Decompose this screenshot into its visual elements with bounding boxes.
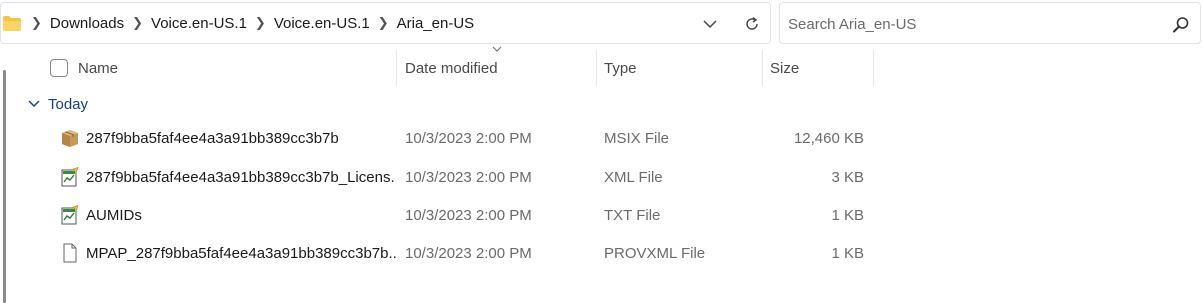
file-name: AUMIDs: [86, 206, 142, 224]
breadcrumb-item-aria[interactable]: Aria_en-US: [397, 15, 475, 32]
file-size: 3 KB: [831, 168, 864, 186]
search-input[interactable]: [788, 12, 1158, 36]
column-header-name[interactable]: Name: [78, 50, 118, 86]
file-date-modified: 10/3/2023 2:00 PM: [405, 244, 532, 262]
refresh-icon: [746, 16, 758, 30]
file-size: 1 KB: [831, 206, 864, 224]
file-row[interactable]: 287f9bba5faf4ee4a3a91bb389cc3b7b_Licens.…: [26, 158, 874, 196]
column-divider[interactable]: [396, 50, 397, 86]
file-type: PROVXML File: [604, 244, 706, 262]
column-header-date-modified[interactable]: Date modified: [405, 50, 498, 86]
scrollbar[interactable]: [3, 70, 6, 303]
address-bar[interactable]: ❯ Downloads ❯ Voice.en-US.1 ❯ Voice.en-U…: [0, 2, 771, 44]
search-icon[interactable]: [1172, 16, 1190, 34]
breadcrumb-item-voice-1[interactable]: Voice.en-US.1: [151, 15, 247, 32]
search-box: [779, 2, 1201, 44]
file-row[interactable]: AUMIDs 10/3/2023 2:00 PM TXT File 1 KB: [26, 196, 874, 234]
file-name: MPAP_287f9bba5faf4ee4a3a91bb389cc3b7b...: [86, 244, 396, 262]
file-name: 287f9bba5faf4ee4a3a91bb389cc3b7b_Licens.…: [86, 168, 396, 186]
chevron-right-icon[interactable]: ❯: [378, 15, 389, 31]
file-explorer: ❯ Downloads ❯ Voice.en-US.1 ❯ Voice.en-U…: [0, 0, 1203, 303]
column-divider[interactable]: [596, 50, 597, 86]
file-name: 287f9bba5faf4ee4a3a91bb389cc3b7b: [86, 129, 339, 147]
breadcrumb: ❯ Downloads ❯ Voice.en-US.1 ❯ Voice.en-U…: [27, 3, 474, 43]
column-header-type[interactable]: Type: [604, 50, 637, 86]
text-file-icon: [61, 205, 79, 225]
file-date-modified: 10/3/2023 2:00 PM: [405, 206, 532, 224]
file-size: 1 KB: [831, 244, 864, 262]
column-header-row: Name Date modified Type Size: [26, 46, 874, 86]
chevron-down-icon: [703, 19, 717, 28]
package-icon: [62, 130, 78, 147]
group-header-today[interactable]: Today: [28, 93, 88, 115]
folder-icon: [3, 16, 21, 31]
blank-file-icon: [63, 243, 77, 263]
xml-file-icon: [61, 167, 79, 187]
breadcrumb-item-voice-2[interactable]: Voice.en-US.1: [274, 15, 370, 32]
column-divider[interactable]: [762, 50, 763, 86]
address-history-button[interactable]: [699, 13, 721, 35]
file-row[interactable]: MPAP_287f9bba5faf4ee4a3a91bb389cc3b7b...…: [26, 234, 874, 272]
chevron-right-icon[interactable]: ❯: [132, 15, 143, 31]
column-header-size[interactable]: Size: [770, 50, 799, 86]
chevron-down-icon: [28, 100, 40, 107]
file-row[interactable]: 287f9bba5faf4ee4a3a91bb389cc3b7b 10/3/20…: [26, 119, 874, 157]
chevron-right-icon[interactable]: ❯: [255, 15, 266, 31]
column-divider[interactable]: [873, 50, 874, 86]
file-type: XML File: [604, 168, 663, 186]
chevron-right-icon[interactable]: ❯: [31, 15, 42, 31]
file-size: 12,460 KB: [793, 129, 864, 147]
file-type: TXT File: [604, 206, 661, 224]
group-label: Today: [48, 95, 89, 113]
breadcrumb-item-downloads[interactable]: Downloads: [50, 15, 124, 32]
refresh-button[interactable]: [740, 12, 764, 36]
select-all-checkbox[interactable]: [50, 59, 68, 77]
file-date-modified: 10/3/2023 2:00 PM: [405, 129, 532, 147]
file-type: MSIX File: [604, 129, 670, 147]
file-date-modified: 10/3/2023 2:00 PM: [405, 168, 532, 186]
